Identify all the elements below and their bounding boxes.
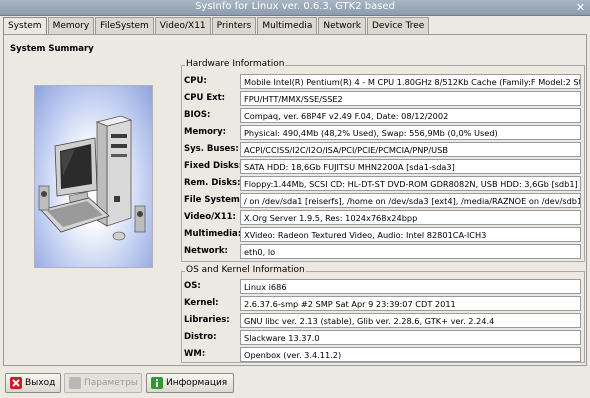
multimedia-field[interactable]: XVideo: Radeon Textured Video, Audio: In…	[240, 227, 581, 242]
exit-button[interactable]: Выход	[5, 373, 61, 393]
wm-label: WM:	[184, 349, 206, 359]
tab-bar: System Memory FileSystem Video/X11 Print…	[3, 17, 430, 35]
file-system-label: File System:	[184, 195, 244, 205]
params-icon	[69, 377, 81, 389]
summary-title: System Summary	[10, 44, 94, 54]
params-button[interactable]: Параметры	[64, 373, 142, 393]
network-field[interactable]: eth0, lo	[240, 244, 581, 259]
fixed-disks-label: Fixed Disks:	[184, 161, 243, 171]
video-x11-field[interactable]: X.Org Server 1.9.5, Res: 1024x768x24bpp	[240, 210, 581, 225]
tab-filesystem[interactable]: FileSystem	[95, 17, 154, 34]
button-bar: Выход Параметры Информация	[0, 370, 590, 398]
hardware-legend: Hardware Information	[185, 59, 286, 69]
exit-label: Выход	[25, 378, 56, 388]
tab-printers[interactable]: Printers	[211, 17, 257, 34]
os-legend: OS and Kernel Information	[185, 265, 306, 275]
cpu-field[interactable]: Mobile Intel(R) Pentium(R) 4 - M CPU 1.8…	[240, 74, 581, 89]
hardware-frame: Hardware Information CPU: Mobile Intel(R…	[181, 59, 585, 262]
sys-buses-label: Sys. Buses:	[184, 144, 239, 154]
close-icon[interactable]: ✕	[574, 1, 587, 14]
sys-buses-field[interactable]: ACPI/CCISS/I2C/I2O/ISA/PCI/PCIE/PCMCIA/P…	[240, 142, 581, 157]
os-frame: OS and Kernel Information OS: Linux i686…	[181, 265, 585, 363]
rem-disks-field[interactable]: Floppy:1.44Mb, SCSI CD: HL-DT-ST DVD-ROM…	[240, 176, 581, 191]
tab-device-tree[interactable]: Device Tree	[366, 17, 430, 34]
computer-image	[34, 85, 153, 268]
video-x11-label: Video/X11:	[184, 212, 236, 222]
libraries-label: Libraries:	[184, 315, 230, 325]
network-label: Network:	[184, 246, 228, 256]
cpu-ext-field[interactable]: FPU/HTT/MMX/SSE/SSE2	[240, 91, 581, 106]
info-icon	[151, 377, 163, 389]
window-title: SysInfo for Linux ver. 0.6.3, GTK2 based	[195, 1, 395, 12]
distro-field[interactable]: Slackware 13.37.0	[240, 330, 581, 345]
info-button[interactable]: Информация	[146, 373, 234, 393]
multimedia-label: Multimedia:	[184, 229, 242, 239]
distro-label: Distro:	[184, 332, 217, 342]
tab-memory[interactable]: Memory	[47, 17, 95, 34]
tab-network[interactable]: Network	[318, 17, 366, 34]
file-system-field[interactable]: / on /dev/sda1 [reiserfs], /home on /dev…	[240, 193, 581, 208]
system-panel: System Summary Hardware Information CPU:…	[3, 34, 587, 366]
exit-icon	[10, 377, 22, 389]
rem-disks-label: Rem. Disks:	[184, 178, 241, 188]
memory-field[interactable]: Physical: 490,4Mb (48,2% Used), Swap: 55…	[240, 125, 581, 140]
cpu-label: CPU:	[184, 76, 207, 86]
os-label: OS:	[184, 281, 201, 291]
tab-system[interactable]: System	[3, 17, 47, 35]
libraries-field[interactable]: GNU libc ver. 2.13 (stable), Glib ver. 2…	[240, 313, 581, 328]
params-label: Параметры	[84, 378, 138, 388]
bios-field[interactable]: Compaq, ver. 68P4F v2.49 F.04, Date: 08/…	[240, 108, 581, 123]
tab-multimedia[interactable]: Multimedia	[257, 17, 318, 34]
title-bar: SysInfo for Linux ver. 0.6.3, GTK2 based…	[0, 0, 590, 16]
kernel-label: Kernel:	[184, 298, 219, 308]
os-field[interactable]: Linux i686	[240, 279, 581, 294]
info-label: Информация	[166, 378, 228, 388]
fixed-disks-field[interactable]: SATA HDD: 18,6Gb FUJITSU MHN2200A [sda1-…	[240, 159, 581, 174]
kernel-field[interactable]: 2.6.37.6-smp #2 SMP Sat Apr 9 23:39:07 C…	[240, 296, 581, 311]
cpu-ext-label: CPU Ext:	[184, 93, 226, 103]
wm-field[interactable]: Openbox (ver. 3.4.11.2)	[240, 347, 581, 362]
tab-video-x11[interactable]: Video/X11	[154, 17, 211, 34]
bios-label: BIOS:	[184, 110, 211, 120]
memory-label: Memory:	[184, 127, 227, 137]
